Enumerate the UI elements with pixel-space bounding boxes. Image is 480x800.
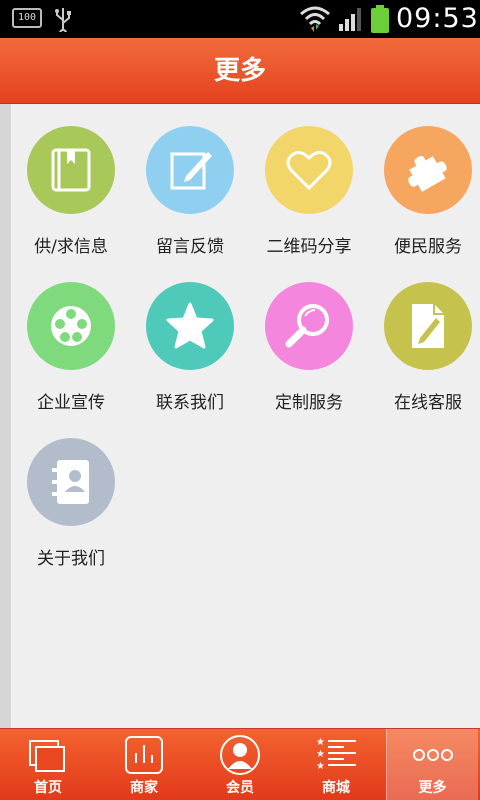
tab-label: 商城: [322, 780, 350, 796]
edit-note-icon: [146, 126, 234, 214]
tile-contact-us[interactable]: 联系我们: [130, 260, 250, 413]
document-edit-icon: [384, 282, 472, 370]
tile-label: 企业宣传: [37, 393, 105, 413]
star-icon: [146, 282, 234, 370]
tab-members[interactable]: 会员: [192, 729, 288, 800]
tile-about-us[interactable]: 关于我们: [11, 416, 131, 569]
tile-label: 联系我们: [156, 393, 224, 413]
tile-qr-share[interactable]: 二维码分享: [249, 104, 369, 257]
tab-label: 更多: [418, 780, 447, 796]
tile-company-promo[interactable]: 企业宣传: [11, 260, 131, 413]
tile-label: 供/求信息: [34, 237, 108, 257]
tab-mall[interactable]: ★ ★ ★ 商城: [288, 729, 384, 800]
signal-strength-icon: [339, 8, 361, 31]
status-bar: 100 09:53: [0, 0, 480, 38]
svg-text:★: ★: [316, 737, 325, 748]
tile-label: 便民服务: [394, 237, 462, 257]
tile-convenience-service[interactable]: 便民服务: [368, 104, 480, 257]
bar-chart-icon: [125, 736, 163, 774]
app-header: 更多: [0, 38, 480, 104]
usb-icon: [55, 8, 71, 32]
tile-label: 定制服务: [275, 393, 343, 413]
magnifier-icon: [265, 282, 353, 370]
tab-label: 商家: [130, 780, 158, 796]
clock: 09:53: [396, 3, 479, 34]
tile-online-support[interactable]: 在线客服: [368, 260, 480, 413]
page-title: 更多: [213, 56, 266, 86]
svg-text:★: ★: [316, 749, 325, 760]
battery-icon: [371, 5, 389, 33]
tab-label: 会员: [226, 780, 254, 796]
tile-label: 在线客服: [394, 393, 462, 413]
battery-level-indicator: 100: [12, 8, 42, 28]
home-pages-icon: [29, 740, 65, 772]
film-reel-icon: [27, 282, 115, 370]
contact-book-icon: [27, 438, 115, 526]
tile-label: 留言反馈: [156, 237, 224, 257]
user-icon: [220, 735, 260, 775]
book-icon: [27, 126, 115, 214]
wifi-icon: [300, 6, 330, 32]
tab-home[interactable]: 首页: [0, 729, 96, 800]
tab-label: 首页: [34, 780, 62, 796]
tile-custom-service[interactable]: 定制服务: [249, 260, 369, 413]
tab-more[interactable]: 更多: [386, 729, 478, 800]
puzzle-icon: [384, 126, 472, 214]
bottom-tab-bar: 首页 商家 会员 ★ ★ ★ 商城 更多: [0, 728, 480, 800]
star-list-icon: ★★★: [316, 737, 356, 772]
tile-supply-demand[interactable]: 供/求信息: [11, 104, 131, 257]
left-edge-bar: [0, 104, 11, 728]
tile-feedback[interactable]: 留言反馈: [130, 104, 250, 257]
more-menu-grid: 供/求信息 留言反馈 二维码分享 便民服务 企业宣传 联系我们 定制服务 在线客…: [0, 104, 480, 728]
tab-merchants[interactable]: 商家: [96, 729, 192, 800]
tile-label: 关于我们: [37, 549, 105, 569]
heart-icon: [265, 126, 353, 214]
tile-label: 二维码分享: [266, 237, 352, 257]
more-dots-icon: [413, 749, 453, 761]
svg-text:★: ★: [316, 761, 325, 772]
